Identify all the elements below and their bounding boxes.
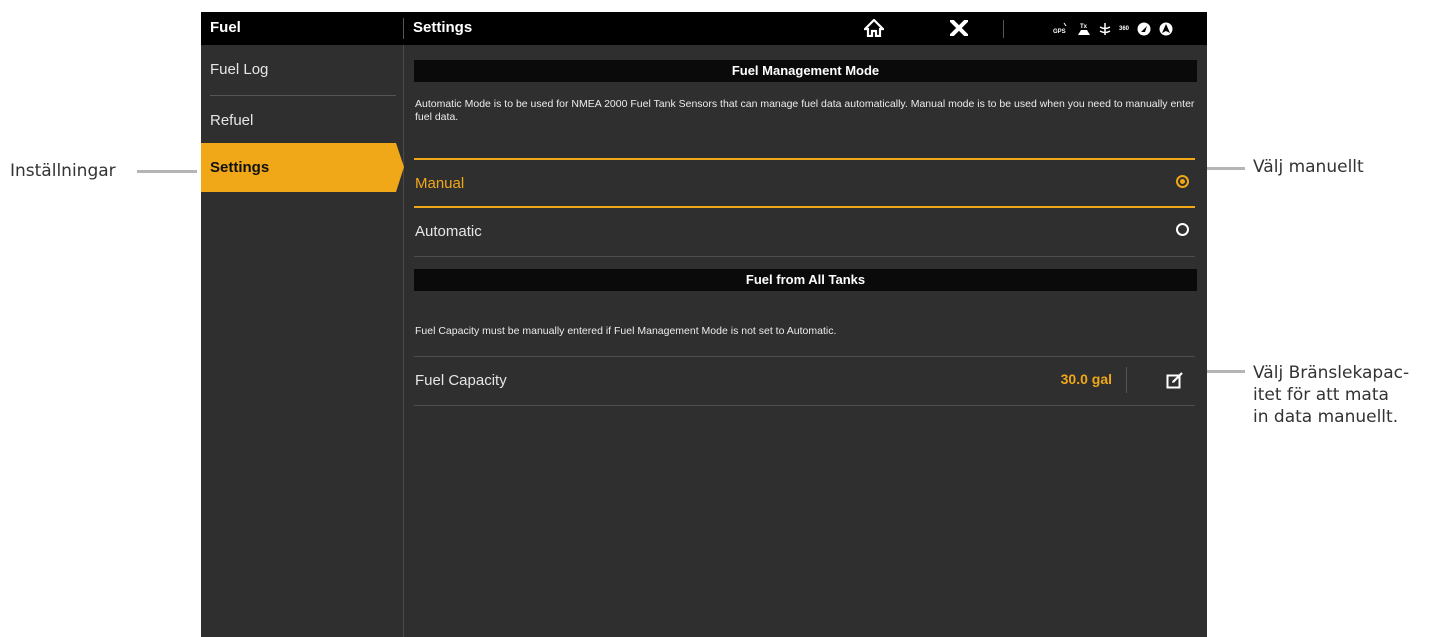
sidebar-item-label: Settings	[210, 159, 270, 176]
svg-text:Tx: Tx	[1080, 24, 1088, 30]
callout-capacity-line-2: itet för att mata	[1253, 385, 1389, 405]
radio-selected-icon[interactable]	[1176, 175, 1189, 188]
page-title: Settings	[413, 19, 473, 36]
sidebar-item-settings[interactable]: Settings	[201, 143, 396, 192]
sidebar-item-label: Fuel Log	[210, 61, 269, 78]
home-button[interactable]	[861, 15, 887, 41]
fuel-capacity-row[interactable]: Fuel Capacity 30.0 gal	[414, 357, 1195, 403]
active-tab-notch	[396, 143, 404, 192]
section-header-fuel-management-mode: Fuel Management Mode	[414, 60, 1197, 82]
status-divider	[1003, 20, 1004, 38]
fuel-capacity-label: Fuel Capacity	[415, 371, 507, 389]
option-manual[interactable]: Manual	[414, 160, 1195, 206]
sidebar-item-label: Refuel	[210, 112, 254, 129]
gps-icon: GPS	[1053, 22, 1069, 36]
edit-icon	[1166, 372, 1183, 389]
option-automatic[interactable]: Automatic	[414, 208, 1195, 254]
row-divider	[414, 256, 1195, 257]
title-divider	[403, 18, 404, 39]
settings-panel: Fuel Management Mode Automatic Mode is t…	[404, 45, 1207, 637]
mode-description: Automatic Mode is to be used for NMEA 20…	[415, 98, 1195, 123]
capacity-divider	[1126, 367, 1127, 393]
transmit-icon: Tx	[1077, 22, 1091, 36]
edit-capacity-button[interactable]	[1165, 370, 1185, 390]
sidebar: Fuel Log Refuel Settings	[201, 45, 404, 637]
callout-capacity-label: Välj Bränslekapac- itet för att mata in …	[1253, 362, 1409, 428]
device-screen: Fuel Settings GPS Tx 360 Fuel Log Refuel…	[201, 12, 1207, 637]
section-header-fuel-from-all-tanks: Fuel from All Tanks	[414, 269, 1197, 291]
callout-capacity-line-3: in data manuellt.	[1253, 407, 1399, 427]
top-bar: Fuel Settings GPS Tx 360	[201, 12, 1207, 45]
app-title: Fuel	[210, 19, 241, 36]
callout-settings-label: Inställningar	[10, 161, 116, 181]
radio-unselected-icon[interactable]	[1176, 223, 1189, 236]
status-icons: GPS Tx 360	[1053, 18, 1173, 39]
close-icon	[950, 20, 968, 36]
autopilot-icon	[1159, 22, 1173, 36]
360-icon: 360	[1119, 25, 1130, 32]
close-button[interactable]	[946, 15, 972, 41]
option-manual-label: Manual	[415, 174, 465, 192]
callout-settings-line	[137, 170, 197, 173]
svg-text:GPS: GPS	[1053, 29, 1066, 35]
navigation-icon	[1137, 22, 1151, 36]
sidebar-item-fuel-log[interactable]: Fuel Log	[201, 45, 396, 94]
fuel-capacity-value: 30.0 gal	[1060, 371, 1112, 387]
row-divider	[414, 405, 1195, 406]
sidebar-item-refuel[interactable]: Refuel	[201, 96, 396, 145]
sonar-icon	[1099, 22, 1111, 36]
callout-manual-label: Välj manuellt	[1253, 157, 1364, 177]
callout-capacity-line-1: Välj Bränslekapac-	[1253, 363, 1410, 383]
option-automatic-label: Automatic	[415, 222, 482, 240]
capacity-description: Fuel Capacity must be manually entered i…	[415, 325, 837, 337]
home-icon	[864, 19, 884, 37]
